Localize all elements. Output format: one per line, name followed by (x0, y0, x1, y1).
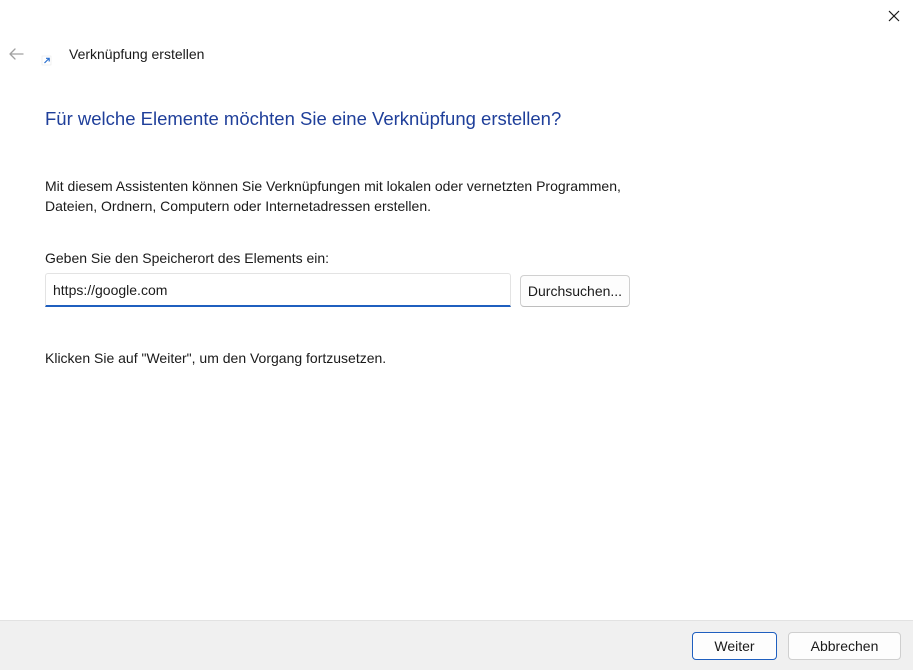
description-line-1: Mit diesem Assistenten können Sie Verknü… (45, 178, 621, 194)
wizard-description: Mit diesem Assistenten können Sie Verknü… (45, 176, 745, 216)
back-button[interactable] (4, 42, 28, 66)
close-icon (888, 10, 900, 22)
location-input[interactable] (45, 273, 511, 307)
back-arrow-icon (9, 48, 24, 60)
window-title: Verknüpfung erstellen (69, 46, 205, 62)
cancel-button[interactable]: Abbrechen (788, 632, 901, 660)
close-button[interactable] (876, 2, 912, 30)
browse-button[interactable]: Durchsuchen... (520, 275, 630, 307)
create-shortcut-dialog: Verknüpfung erstellen Für welche Element… (0, 0, 913, 670)
continue-hint: Klicken Sie auf "Weiter", um den Vorgang… (45, 350, 387, 366)
location-label: Geben Sie den Speicherort des Elements e… (45, 250, 330, 266)
next-button[interactable]: Weiter (692, 632, 777, 660)
wizard-heading: Für welche Elemente möchten Sie eine Ver… (45, 108, 562, 129)
shortcut-arrow-icon (41, 55, 52, 66)
dialog-footer: Weiter Abbrechen (0, 620, 913, 670)
description-line-2: Dateien, Ordnern, Computern oder Interne… (45, 198, 431, 214)
